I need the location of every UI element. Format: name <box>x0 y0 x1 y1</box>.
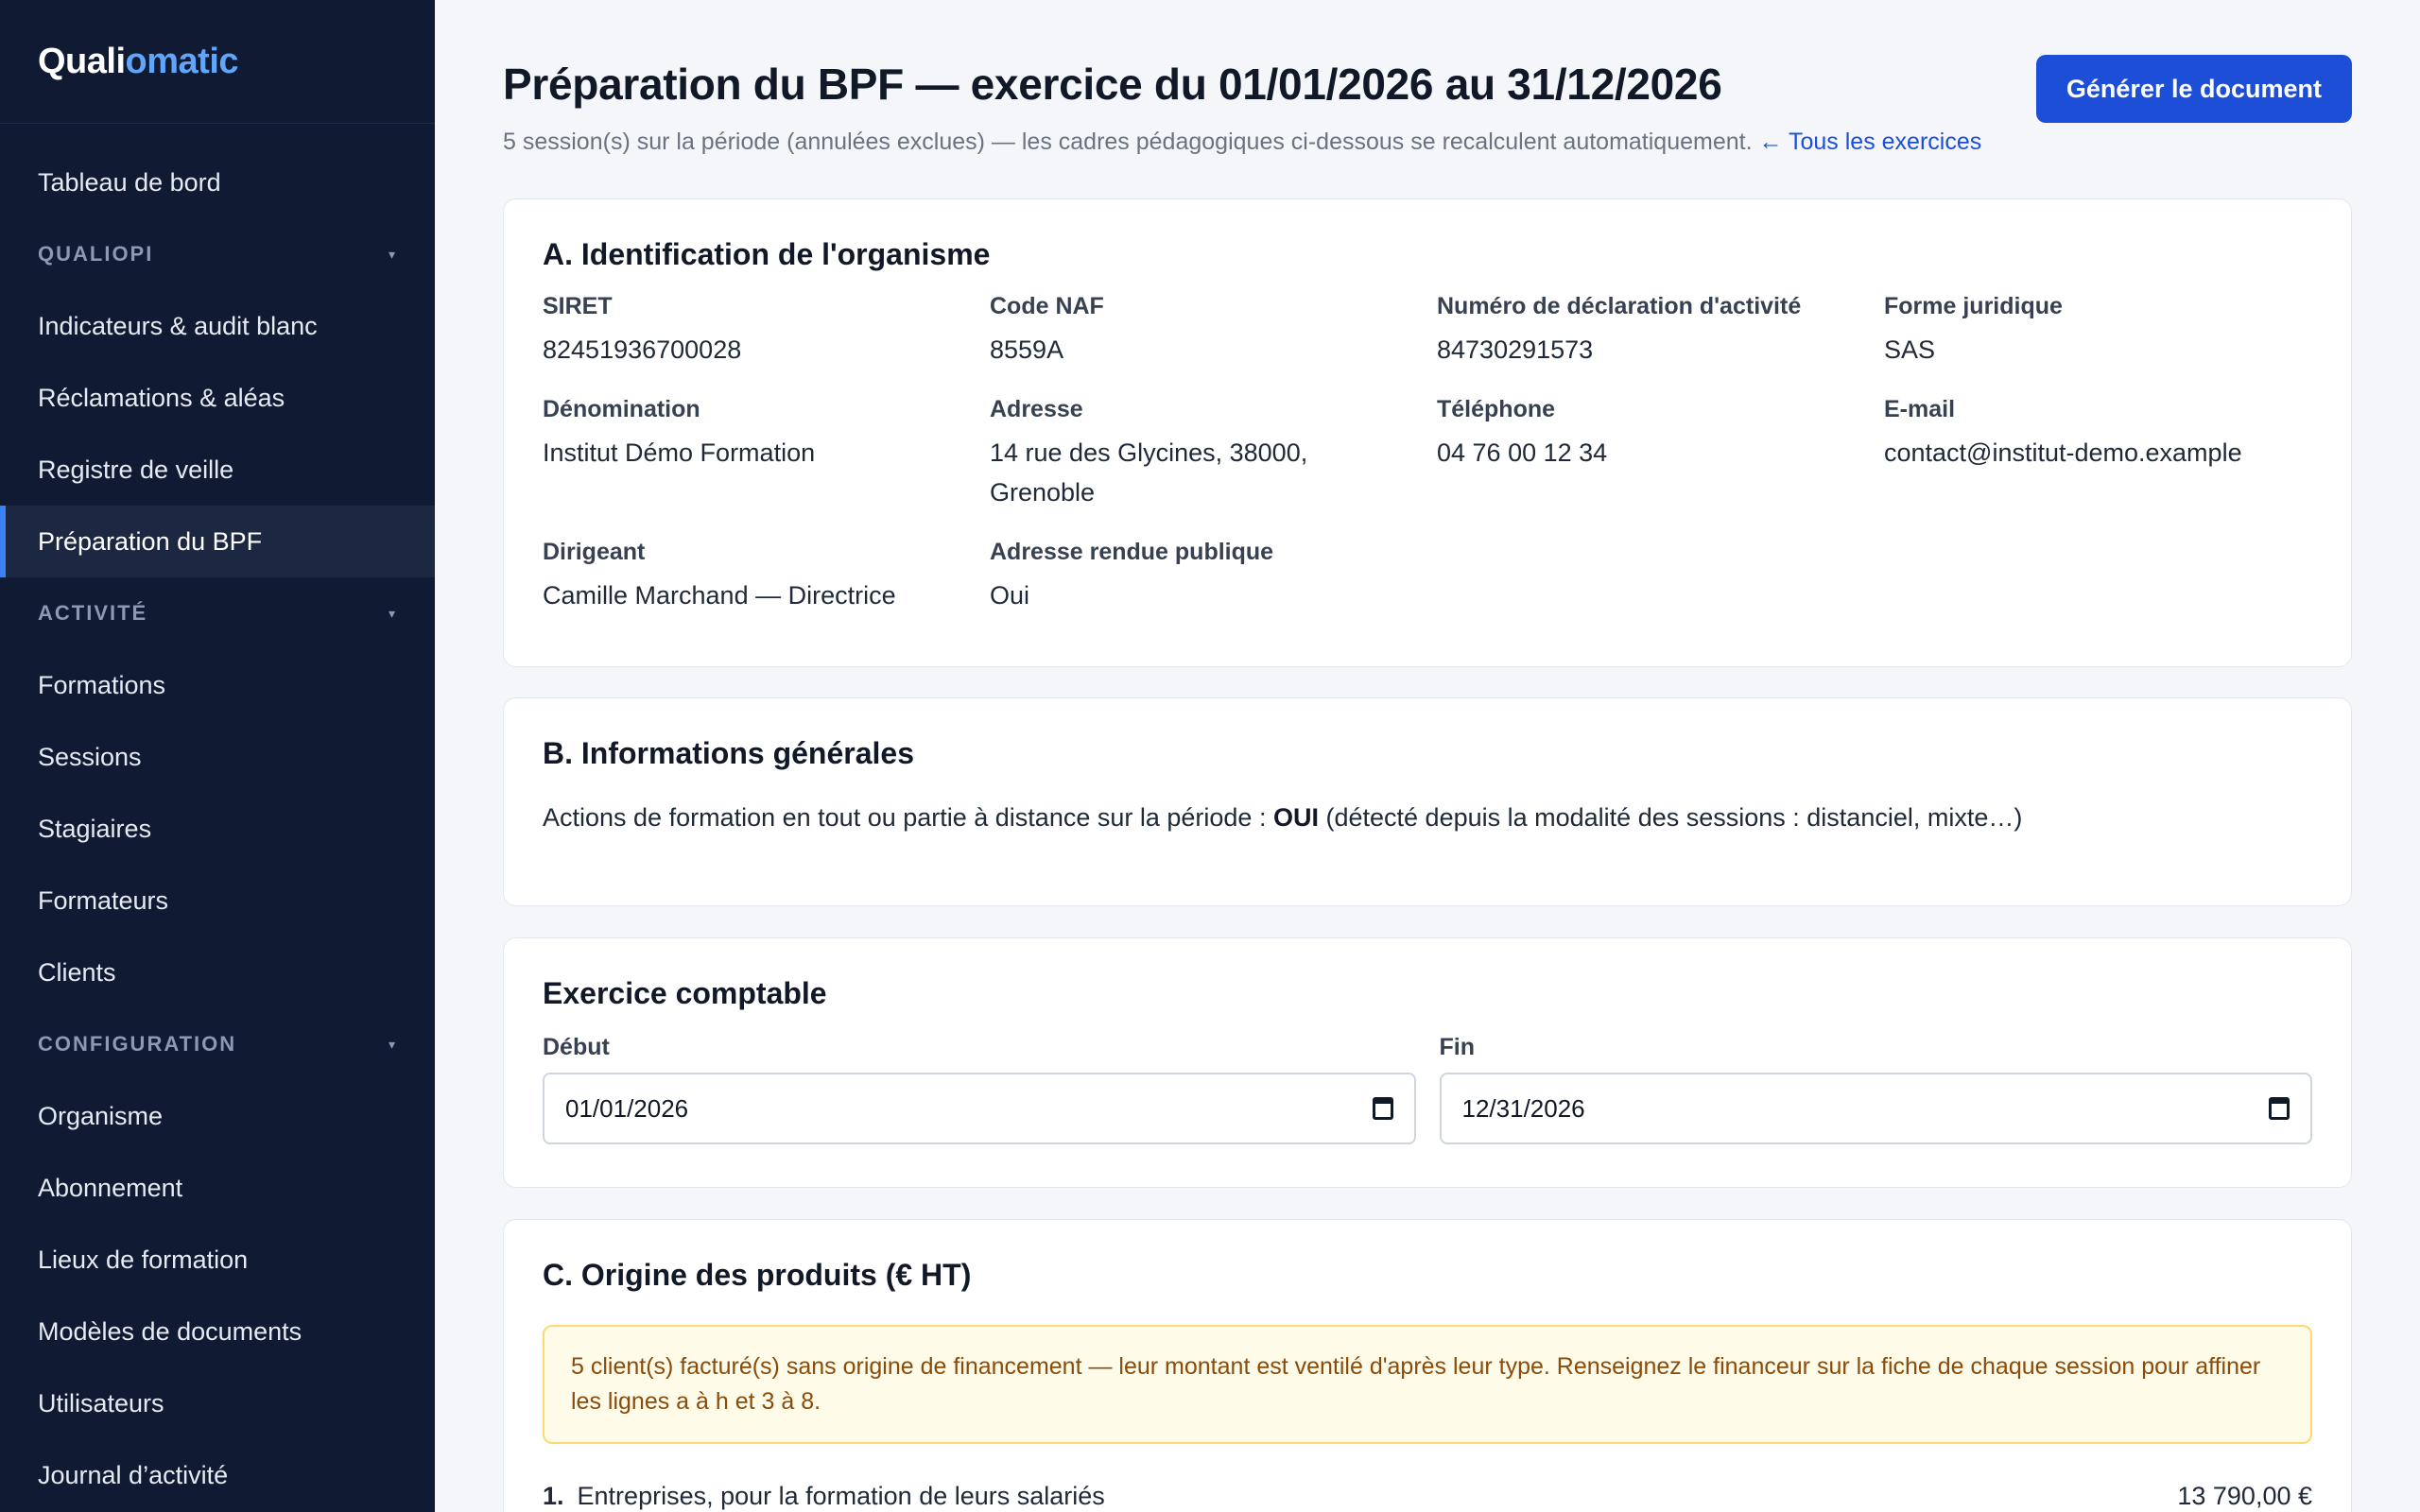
sidebar-item-abonnement[interactable]: Abonnement <box>0 1152 435 1224</box>
row-number: 1. <box>543 1482 564 1510</box>
sidebar-item-registre-veille[interactable]: Registre de veille <box>0 434 435 506</box>
calendar-icon[interactable] <box>1372 1097 1393 1120</box>
section-title: CONFIGURATION <box>38 1032 237 1056</box>
sidebar-item-stagiaires[interactable]: Stagiaires <box>0 793 435 865</box>
distance-note: (détecté depuis la modalité des sessions… <box>1325 803 2023 832</box>
sidebar-item-organisme[interactable]: Organisme <box>0 1080 435 1152</box>
field-email: E-mail contact@institut-demo.example <box>1884 396 2312 512</box>
field-value: Oui <box>990 581 1030 610</box>
end-date-value: 12/31/2026 <box>1461 1093 1585 1123</box>
financing-warning: 5 client(s) facturé(s) sans origine de f… <box>543 1325 2312 1444</box>
sidebar-section-configuration[interactable]: CONFIGURATION ▾ <box>0 1008 435 1080</box>
page-subtitle: 5 session(s) sur la période (annulées ex… <box>503 129 1981 156</box>
sidebar-item-lieux[interactable]: Lieux de formation <box>0 1224 435 1296</box>
brand-logo[interactable]: Quali omatic <box>0 0 435 124</box>
start-date-field: Début <box>543 1034 1416 1061</box>
sidebar: Quali omatic Tableau de bord QUALIOPI ▾ I… <box>0 0 435 1512</box>
field-label: Adresse <box>990 396 1083 422</box>
sidebar-item-indicateurs[interactable]: Indicateurs & audit blanc <box>0 290 435 362</box>
field-label: SIRET <box>543 293 613 319</box>
page-title: Préparation du BPF — exercice du 01/01/2… <box>503 60 1722 109</box>
field-adresse: Adresse 14 rue des Glycines, 38000, Gren… <box>990 396 1418 512</box>
sidebar-item-utilisateurs[interactable]: Utilisateurs <box>0 1367 435 1439</box>
field-label: Dirigeant <box>543 539 646 565</box>
calendar-icon[interactable] <box>2269 1097 2290 1120</box>
field-label: Téléphone <box>1437 396 1556 422</box>
page-header: Préparation du BPF — exercice du 01/01/2… <box>503 0 2352 198</box>
sidebar-item-clients[interactable]: Clients <box>0 936 435 1008</box>
field-forme-juridique: Forme juridique SAS <box>1884 293 2312 369</box>
section-b-title: B. Informations générales <box>543 736 914 770</box>
sidebar-item-dashboard[interactable]: Tableau de bord <box>0 146 435 218</box>
sidebar-item-preparation-bpf[interactable]: Préparation du BPF <box>0 506 435 577</box>
section-title: ACTIVITÉ <box>38 601 148 625</box>
chevron-down-icon: ▾ <box>388 605 397 621</box>
field-label: Dénomination <box>543 396 700 422</box>
start-date-group: Début 01/01/2026 <box>543 1034 1416 1144</box>
chevron-down-icon: ▾ <box>388 1036 397 1052</box>
sidebar-item-sessions[interactable]: Sessions <box>0 721 435 793</box>
field-numero-declaration: Numéro de déclaration d'activité 8473029… <box>1437 293 1865 369</box>
field-dirigeant: Dirigeant Camille Marchand — Directrice <box>543 539 971 615</box>
start-date-value: 01/01/2026 <box>565 1093 689 1123</box>
row-label: Entreprises, pour la formation de leurs … <box>577 1482 1105 1510</box>
start-date-input[interactable]: 01/01/2026 <box>543 1073 1416 1144</box>
all-exercises-link[interactable]: ← Tous les exercices <box>1759 129 1982 155</box>
end-date-field: Fin <box>1440 1034 2313 1061</box>
subtitle-text: 5 session(s) sur la période (annulées ex… <box>503 129 1753 155</box>
identification-grid: SIRET 82451936700028 Code NAF 8559A Numé… <box>543 293 2312 642</box>
row-amount: 13 790,00 € <box>2177 1482 2312 1510</box>
section-informations-generales: B. Informations générales Actions de for… <box>503 697 2352 906</box>
generate-document-button[interactable]: Générer le document <box>2035 55 2352 123</box>
exercice-title: Exercice comptable <box>543 976 827 1010</box>
sidebar-nav: Tableau de bord QUALIOPI ▾ Indicateurs &… <box>0 124 435 1511</box>
row-label-group: 1. Entreprises, pour la formation de leur… <box>543 1482 1105 1511</box>
table-row: 1. Entreprises, pour la formation de leur… <box>543 1482 2312 1511</box>
chevron-down-icon: ▾ <box>388 246 397 262</box>
sidebar-item-formateurs[interactable]: Formateurs <box>0 865 435 936</box>
field-denomination: Dénomination Institut Démo Formation <box>543 396 971 512</box>
field-value: 84730291573 <box>1437 335 1594 364</box>
end-date-group: Fin 12/31/2026 <box>1439 1034 2313 1144</box>
field-value: Institut Démo Formation <box>543 438 816 467</box>
sidebar-section-activite[interactable]: ACTIVITÉ ▾ <box>0 577 435 649</box>
end-date-input[interactable]: 12/31/2026 <box>1439 1073 2312 1144</box>
field-siret: SIRET 82451936700028 <box>543 293 971 369</box>
section-title: QUALIOPI <box>38 242 154 266</box>
field-value: contact@institut-demo.example <box>1884 438 2242 467</box>
main-content: Préparation du BPF — exercice du 01/01/2… <box>503 0 2352 1512</box>
field-label: E-mail <box>1884 396 1956 422</box>
field-label: Numéro de déclaration d'activité <box>1437 293 1802 319</box>
sidebar-item-reclamations[interactable]: Réclamations & aléas <box>0 362 435 434</box>
section-c-title: C. Origine des produits (€ HT) <box>543 1258 972 1292</box>
section-a-title: A. Identification de l'organisme <box>543 237 991 271</box>
field-value: SAS <box>1884 335 1936 364</box>
distance-label: Actions de formation en tout ou partie à… <box>543 803 1267 832</box>
brand-part-1: Quali <box>38 41 126 81</box>
brand-part-2: omatic <box>125 41 239 81</box>
field-label: Forme juridique <box>1884 293 2063 319</box>
sidebar-item-modeles[interactable]: Modèles de documents <box>0 1296 435 1367</box>
section-exercice-comptable: Exercice comptable Début 01/01/2026 Fin … <box>503 937 2352 1188</box>
end-date-label: Fin <box>1439 1034 1476 1060</box>
field-value: 14 rue des Glycines, 38000, Grenoble <box>990 438 1308 507</box>
field-label: Code NAF <box>990 293 1104 319</box>
field-label: Adresse rendue publique <box>990 539 1274 565</box>
section-identification: A. Identification de l'organisme SIRET 8… <box>503 198 2352 667</box>
field-value: 04 76 00 12 34 <box>1437 438 1608 467</box>
section-origine-produits: C. Origine des produits (€ HT) 5 client(… <box>503 1219 2352 1512</box>
sidebar-item-journal[interactable]: Journal d’activité <box>0 1439 435 1511</box>
field-value: 82451936700028 <box>543 335 742 364</box>
exercice-grid: Début 01/01/2026 Fin 12/31/2026 <box>543 1034 2312 1144</box>
distance-info: Actions de formation en tout ou partie à… <box>543 803 2312 833</box>
field-value: Camille Marchand — Directrice <box>543 581 896 610</box>
distance-answer: OUI <box>1272 803 1319 832</box>
sidebar-item-formations[interactable]: Formations <box>0 649 435 721</box>
sidebar-section-qualiopi[interactable]: QUALIOPI ▾ <box>0 218 435 290</box>
field-telephone: Téléphone 04 76 00 12 34 <box>1437 396 1865 512</box>
field-adresse-publique: Adresse rendue publique Oui <box>990 539 1418 615</box>
field-value: 8559A <box>990 335 1064 364</box>
start-date-label: Début <box>543 1034 610 1060</box>
field-code-naf: Code NAF 8559A <box>990 293 1418 369</box>
